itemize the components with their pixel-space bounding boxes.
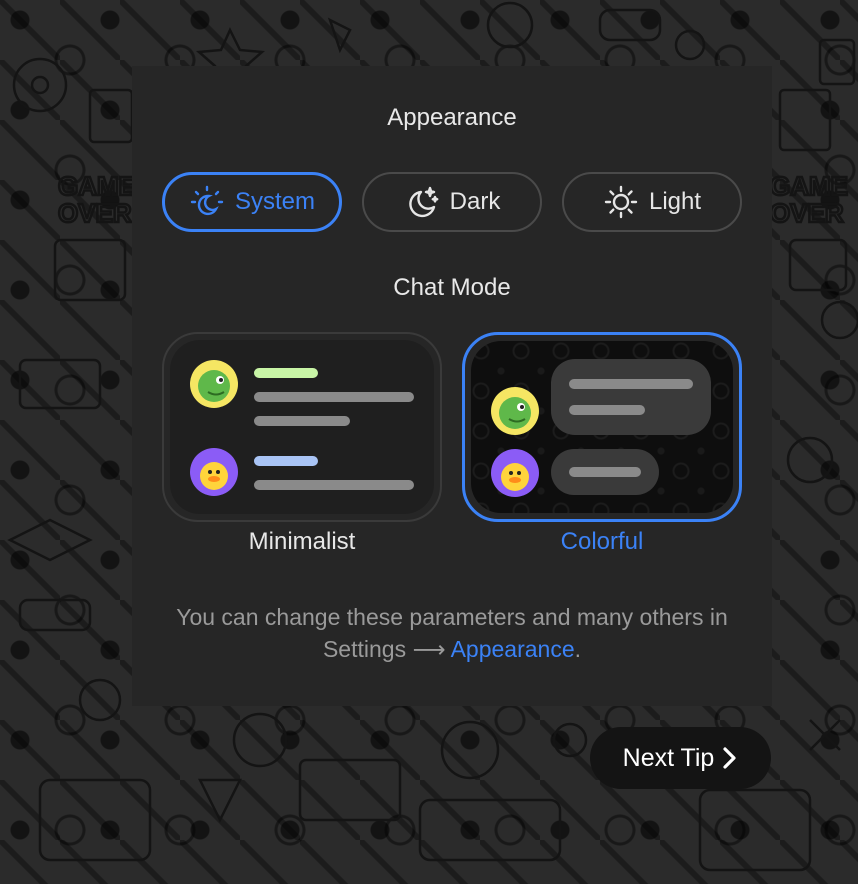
theme-system-button[interactable]: System [162,172,342,232]
preview-bubble [551,359,711,435]
theme-dark-label: Dark [449,188,501,215]
chat-mode-minimalist-card[interactable] [162,332,442,522]
theme-selector: System Dark Light [162,172,742,232]
chat-mode-colorful-label: Colorful [560,528,644,555]
theme-dark-button[interactable]: Dark [362,172,542,232]
dino-avatar [491,387,539,435]
tips-panel: Appearance System Dark Light Chat Mode M… [132,66,772,706]
preview-text-line [569,467,641,477]
minimalist-preview [170,340,434,514]
svg-text:GAME: GAME [770,171,848,201]
chat-mode-title: Chat Mode [393,274,511,301]
next-tip-label: Next Tip [622,743,715,772]
preview-text-line [254,416,350,426]
theme-system-label: System [234,188,315,215]
theme-light-label: Light [648,188,702,215]
dino-avatar [190,360,238,408]
preview-text-line [569,405,645,415]
settings-hint: You can change these parameters and many… [132,601,772,665]
colorful-preview [471,341,733,513]
sun-icon [604,185,638,219]
preview-text-line [254,480,414,490]
duck-avatar [491,449,539,497]
hint-period: . [574,636,582,662]
appearance-settings-link[interactable]: Appearance [451,636,575,662]
sun-moon-icon [190,185,224,216]
svg-text:OVER: OVER [770,198,844,228]
hint-arrow: ⟶ [412,636,446,662]
preview-text-line [254,392,414,402]
chat-mode-minimalist-label: Minimalist [248,528,356,555]
chat-mode-colorful-card[interactable] [462,332,742,522]
duck-avatar [190,448,238,496]
svg-text:OVER: OVER [58,198,132,228]
next-tip-button[interactable]: Next Tip [590,727,771,789]
appearance-title: Appearance [387,104,517,131]
svg-text:GAME: GAME [58,171,136,201]
preview-name-line-green [254,368,318,378]
theme-light-button[interactable]: Light [562,172,742,232]
preview-name-line-blue [254,456,318,466]
chevron-right-icon [723,747,736,769]
moon-stars-icon [408,186,439,218]
preview-text-line [569,379,693,389]
